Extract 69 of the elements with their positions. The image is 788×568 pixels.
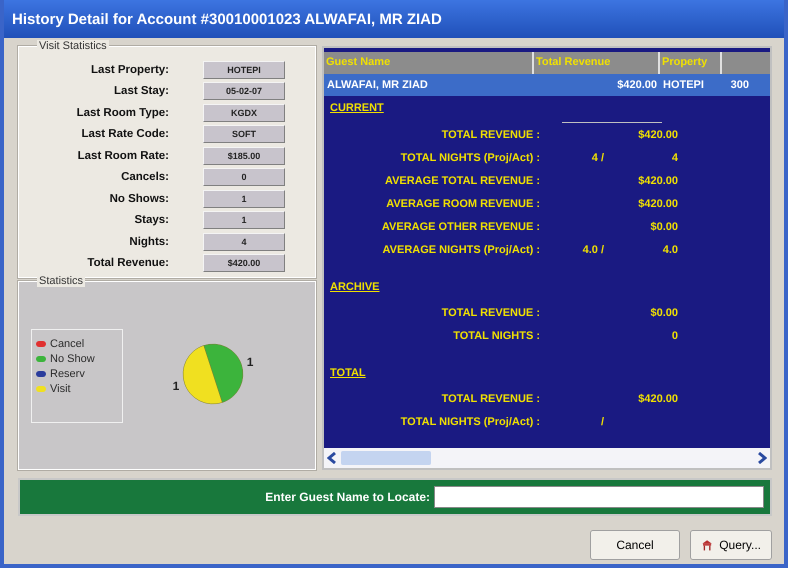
stat-value: 4 / bbox=[592, 152, 604, 164]
section-heading: CURRENT bbox=[330, 102, 384, 114]
stat-value: $420.00 bbox=[638, 128, 678, 140]
stat-label: TOTAL REVENUE : bbox=[440, 128, 540, 140]
field-label: Last Room Rate: bbox=[76, 150, 169, 162]
field-label: Total Revenue: bbox=[86, 257, 169, 270]
stat-value: 0 bbox=[672, 330, 678, 342]
stat-value: $420.00 bbox=[638, 174, 678, 186]
section-heading: TOTAL bbox=[330, 367, 366, 379]
stat-value: / bbox=[600, 416, 604, 428]
guest-name-field[interactable] bbox=[434, 486, 764, 508]
stat-value: $0.00 bbox=[650, 306, 678, 318]
field-label: No Shows: bbox=[108, 192, 169, 205]
scroll-left-icon[interactable] bbox=[327, 452, 337, 464]
stat-label: AVERAGE TOTAL REVENUE : bbox=[384, 174, 540, 186]
stat-value: $420.00 bbox=[638, 392, 678, 404]
pie-slice bbox=[182, 344, 223, 404]
stat-label: TOTAL NIGHTS : bbox=[452, 330, 540, 342]
scroll-thumb[interactable] bbox=[341, 451, 431, 465]
field-label: Last Rate Code: bbox=[80, 128, 169, 140]
pie-slice bbox=[203, 343, 244, 402]
stat-label: AVERAGE NIGHTS (Proj/Act) : bbox=[382, 244, 540, 256]
data-label: 1 bbox=[172, 378, 180, 393]
query-button[interactable]: Query... bbox=[690, 530, 772, 560]
table-cell-text: HOTEPI bbox=[662, 79, 705, 91]
field-value: 0 bbox=[203, 168, 285, 186]
scroll-right-icon[interactable] bbox=[757, 452, 767, 464]
group-title: Visit Statistics bbox=[37, 40, 109, 52]
field-label: Last Property: bbox=[90, 64, 169, 76]
stat-value: 4.0 bbox=[662, 244, 678, 256]
stat-value: $420.00 bbox=[638, 198, 678, 210]
table-cell-text: 300 bbox=[730, 79, 750, 91]
section-heading: ARCHIVE bbox=[330, 281, 380, 293]
legend-label: No Show bbox=[50, 352, 95, 364]
legend-label: Reserv bbox=[50, 368, 85, 380]
field-value: SOFT bbox=[203, 125, 285, 144]
stat-label: AVERAGE OTHER REVENUE : bbox=[380, 220, 540, 232]
field-value: 05-02-07 bbox=[203, 82, 285, 100]
horizontal-scrollbar[interactable] bbox=[324, 448, 770, 468]
field-label: Last Stay: bbox=[113, 85, 169, 98]
stat-value: $0.00 bbox=[650, 220, 678, 232]
stat-value: 4.0 / bbox=[582, 244, 604, 256]
group-title: Statistics bbox=[37, 275, 86, 287]
field-label: Nights: bbox=[128, 236, 169, 248]
stat-label: TOTAL REVENUE : bbox=[440, 306, 540, 318]
field-value: HOTEPI bbox=[203, 60, 285, 79]
stat-label: TOTAL NIGHTS (Proj/Act) : bbox=[400, 416, 540, 428]
stat-label: TOTAL NIGHTS (Proj/Act) : bbox=[400, 152, 540, 164]
field-value: 1 bbox=[203, 190, 285, 208]
field-value: 1 bbox=[203, 211, 285, 230]
legend-label: Visit bbox=[50, 382, 71, 394]
legend-label: Cancel bbox=[50, 338, 84, 350]
field-value: KGDX bbox=[203, 104, 285, 122]
window-title: History Detail for Account #30010001023 ALWAFAI, MR ZIAD bbox=[4, 0, 784, 38]
data-label: 1 bbox=[246, 354, 254, 368]
field-value: $420.00 bbox=[203, 254, 285, 272]
field-value: $185.00 bbox=[203, 146, 285, 165]
field-label: Cancels: bbox=[120, 171, 169, 184]
locate-label: Enter Guest Name to Locate: bbox=[265, 490, 430, 504]
field-label: Last Room Type: bbox=[76, 106, 169, 119]
cancel-button[interactable]: Cancel bbox=[590, 530, 680, 560]
table-cell-text: ALWAFAI, MR ZIAD bbox=[326, 79, 429, 91]
stat-label: AVERAGE ROOM REVENUE : bbox=[385, 198, 540, 210]
field-value: 4 bbox=[203, 232, 285, 251]
field-label: Stays: bbox=[133, 214, 169, 226]
table-row[interactable]: ALWAFAI, MR ZIAD $420.00 HOTEPI 300 bbox=[324, 74, 770, 96]
table-cell-text: $420.00 bbox=[616, 79, 658, 91]
stat-label: TOTAL REVENUE : bbox=[440, 392, 540, 404]
stat-value: 4 bbox=[672, 152, 678, 164]
